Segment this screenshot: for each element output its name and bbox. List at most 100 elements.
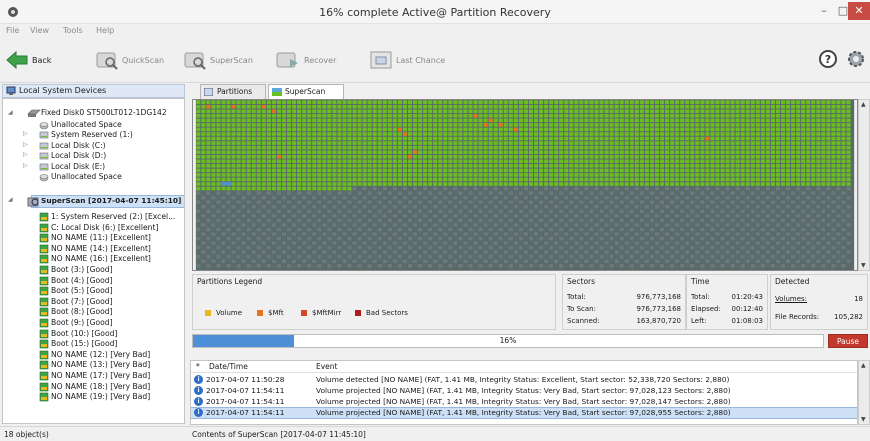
recovered-volume-icon (39, 297, 49, 307)
tree-expand-icon[interactable]: ▷ (23, 130, 28, 137)
legend-volume-label: Volume (216, 309, 243, 317)
time-total-label: Total: (691, 293, 710, 301)
tree-superscan-label: SuperScan [2017-04-07 11:45:10] (41, 196, 182, 205)
sector-map (192, 99, 858, 271)
tree-disk-child-label: Local Disk (E:) (51, 161, 106, 171)
tree-scan-result[interactable]: Boot (10:) [Good] (39, 329, 117, 339)
tree-superscan[interactable]: SuperScan [2017-04-07 11:45:10] (27, 196, 182, 207)
tree-disk-child[interactable]: Local Disk (D:) (39, 151, 106, 161)
tree-scan-result[interactable]: NO NAME (17:) [Very Bad] (39, 371, 151, 381)
tree-scan-result[interactable]: NO NAME (14:) [Excellent] (39, 244, 151, 254)
log-row-datetime: 2017-04-07 11:54:11 (206, 386, 285, 395)
tree-disk-child[interactable]: Unallocated Space (39, 172, 122, 182)
menu-file[interactable]: File (6, 26, 19, 35)
log-row[interactable]: i 2017-04-07 11:50:28 Volume detected [NO … (191, 375, 857, 385)
log-row[interactable]: i 2017-04-07 11:54:11 Volume projected [NO… (191, 407, 857, 419)
recovered-volume-icon (39, 339, 49, 349)
log-row[interactable]: i 2017-04-07 11:54:11 Volume projected [NO… (191, 386, 857, 396)
sector-mft-block (206, 104, 211, 109)
legend-volume: Volume (205, 309, 242, 317)
time-elapsed-value: 00:12:40 (731, 305, 763, 313)
quickscan-button[interactable]: QuickScan (96, 47, 164, 73)
scroll-up-icon[interactable]: ▲ (861, 362, 866, 369)
pause-button[interactable]: Pause (828, 334, 868, 348)
menu-tools[interactable]: Tools (63, 26, 83, 35)
scroll-up-icon[interactable]: ▲ (861, 101, 866, 108)
last-chance-button[interactable]: Last Chance (370, 47, 445, 73)
tab-partitions[interactable]: Partitions [18] (200, 84, 266, 110)
scroll-down-icon[interactable]: ▼ (861, 262, 866, 269)
tree-scan-result[interactable]: Boot (4:) [Good] (39, 276, 113, 286)
log-row[interactable]: i 2017-04-07 11:54:11 Volume projected [NO… (191, 397, 857, 407)
recover-button[interactable]: Recover (276, 47, 336, 73)
tree-scan-result[interactable]: NO NAME (18:) [Very Bad] (39, 382, 150, 392)
tree-expand-icon[interactable]: ▷ (23, 151, 28, 158)
tree-disk-child[interactable]: Unallocated Space (39, 120, 122, 130)
tree-scan-result[interactable]: Boot (7:) [Good] (39, 297, 113, 307)
event-log-scrollbar[interactable]: ▲ ▼ (858, 360, 870, 425)
menu-view[interactable]: View (30, 26, 49, 35)
recovered-volume-icon (39, 255, 49, 264)
log-datetime-column[interactable]: Date/Time (209, 362, 248, 371)
tree-scan-result-label: Boot (9:) [Good] (51, 318, 113, 327)
tree-scan-result[interactable]: Boot (3:) [Good] (39, 265, 113, 275)
tree-disk[interactable]: Fixed Disk0 ST500LT012-1DG142 (27, 108, 167, 118)
sectors-scanned-value: 163,870,720 (636, 317, 681, 325)
app-window: { "window": {"title": "16% complete Acti… (0, 0, 870, 441)
sector-mft-block (705, 136, 710, 141)
recovered-volume-icon (39, 361, 49, 370)
tree-scan-result[interactable]: NO NAME (11:) [Excellent] (39, 233, 151, 243)
info-icon: i (194, 397, 203, 406)
tree-scan-result[interactable]: Boot (9:) [Good] (39, 318, 113, 328)
tree-scan-result[interactable]: Boot (15:) [Good] (39, 339, 118, 349)
tree-expand-icon[interactable]: ▷ (23, 162, 28, 169)
tree-disk-child[interactable]: System Reserved (1:) (39, 130, 133, 140)
tree-scan-result[interactable]: NO NAME (16:) [Excellent] (39, 254, 151, 264)
legend-mftmirr: $MftMirr (301, 309, 341, 317)
tree-expand-icon[interactable]: ◢ (8, 109, 13, 116)
close-button[interactable]: ✕ (848, 2, 870, 20)
help-icon[interactable]: ? (818, 49, 838, 69)
tree-disk-child[interactable]: Local Disk (C:) (39, 141, 106, 151)
tree-disk-label: Fixed Disk0 ST500LT012-1DG142 (41, 108, 167, 117)
tab-superscan[interactable]: SuperScan [16%] (268, 84, 344, 110)
status-bar: 18 object(s) Contents of SuperScan [2017… (0, 426, 870, 441)
detected-files-label: File Records: (775, 313, 820, 321)
tab-bar: Partitions [18] SuperScan [16%] (190, 83, 870, 110)
detected-volumes-label[interactable]: Volumes: (775, 295, 807, 303)
log-event-column[interactable]: Event (316, 362, 338, 371)
back-button[interactable]: Back (6, 47, 51, 73)
gear-icon[interactable] (846, 49, 866, 69)
menu-help[interactable]: Help (96, 26, 114, 35)
tree-scan-result-label: Boot (15:) [Good] (51, 339, 118, 349)
tree-scan-result-label: NO NAME (17:) [Very Bad] (51, 371, 151, 380)
tree-expand-icon[interactable]: ▷ (23, 141, 28, 148)
scroll-down-icon[interactable]: ▼ (861, 416, 866, 423)
tree-scan-result[interactable]: Boot (5:) [Good] (39, 286, 113, 296)
tree-scan-result-label: C: Local Disk (6:) [Excellent] (51, 222, 159, 232)
tree-scan-result-label: NO NAME (11:) [Excellent] (51, 233, 151, 243)
sectors-total-label: Total: (567, 293, 586, 301)
sector-mft-block (397, 127, 402, 132)
recover-disk-icon (276, 52, 298, 68)
tree-scan-result[interactable]: NO NAME (13:) [Very Bad] (39, 360, 151, 370)
log-sort-column[interactable]: * (196, 362, 200, 371)
recovered-volume-icon (39, 382, 49, 391)
sector-mft-block (231, 104, 236, 109)
tree-scan-result[interactable]: NO NAME (19:) [Very Bad] (39, 392, 150, 402)
detected-volumes-value: 18 (854, 295, 863, 303)
tree-scan-result[interactable]: 1: System Reserved (2:) [Excel... (39, 212, 175, 222)
toolbar: Back QuickScan SuperScan Recover Last Ch… (0, 39, 870, 83)
time-total-value: 01:20:43 (731, 293, 763, 301)
superscan-icon (27, 197, 39, 207)
tree-scan-result[interactable]: Boot (8:) [Good] (39, 307, 113, 317)
tree-expand-icon[interactable]: ◢ (8, 196, 13, 203)
tree-disk-child[interactable]: Local Disk (E:) (39, 161, 106, 172)
sectors-toscan-value: 976,773,168 (636, 305, 681, 313)
tree-scan-result[interactable]: C: Local Disk (6:) [Excellent] (39, 222, 159, 233)
sector-map-scrollbar[interactable]: ▲ ▼ (858, 99, 870, 271)
tree-scan-result-label: NO NAME (13:) [Very Bad] (51, 360, 151, 370)
tree-scan-result[interactable]: NO NAME (12:) [Very Bad] (39, 350, 150, 360)
tree-scan-result-label: Boot (8:) [Good] (51, 307, 113, 317)
superscan-button[interactable]: SuperScan (184, 47, 253, 73)
